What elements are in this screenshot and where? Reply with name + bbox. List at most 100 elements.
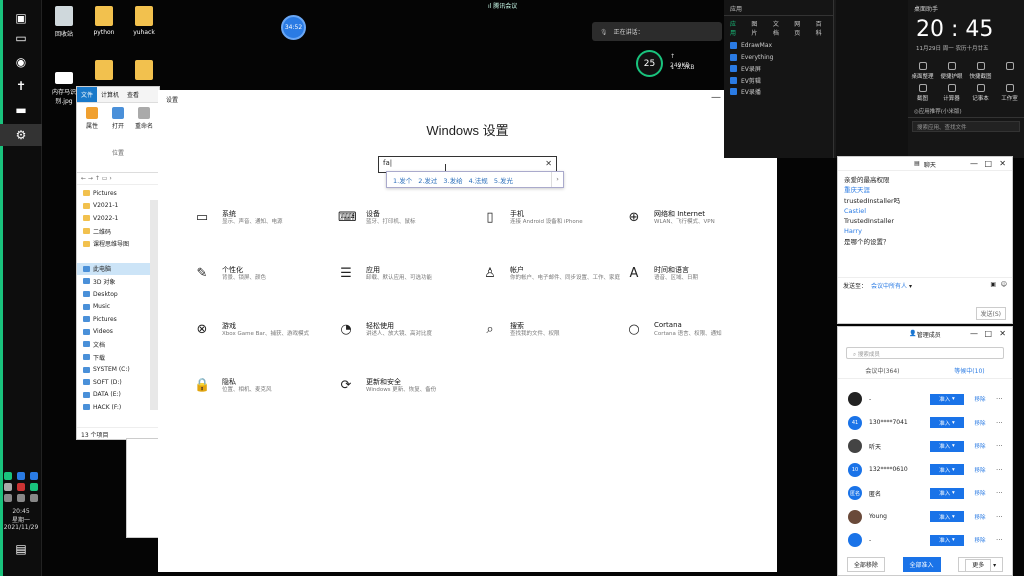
clear-search-icon[interactable]: ✕ [545,159,552,168]
ime-candidate-5[interactable]: 5.发光 [494,175,513,185]
nav-tree-item[interactable]: 此电脑 [77,262,159,276]
assistant-search-input[interactable]: 搜索应用、查找文件 [912,121,1020,132]
tray-icon-2[interactable] [16,472,25,480]
settings-category[interactable]: ⊗ 游戏 Xbox Game Bar、捕获、游戏模式 [194,320,324,354]
tray-icon-1[interactable] [4,472,13,480]
nav-tree-item[interactable]: 二维码 [83,225,159,238]
tray-icon-3[interactable] [29,472,38,480]
settings-category[interactable]: ✎ 个性化 背景、锁屏、颜色 [194,264,324,298]
admit-button[interactable]: 准入 ▾ [930,393,964,405]
more-icon[interactable]: ··· [996,419,1008,427]
remove-button[interactable]: 移除 [968,442,992,450]
nav-tree-item[interactable]: V2022-1 [83,212,159,225]
quick-action-button[interactable]: 桌面整理 [908,62,937,80]
properties-button[interactable]: 属性 [81,107,103,142]
remove-button[interactable]: 移除 [968,513,992,521]
quick-action-button[interactable]: 快捷截图 [966,62,995,80]
app-list-item[interactable]: EdrawMax [724,40,833,52]
nav-tree-item[interactable]: DATA (E:) [83,389,159,402]
member-search-input[interactable]: ⌕ 搜索成员 [846,347,1004,359]
admit-button[interactable]: 准入 ▾ [930,417,964,428]
remove-button[interactable]: 移除 [968,536,992,544]
nav-tree-item[interactable]: SOFT (D:) [83,376,159,389]
open-button[interactable]: 打开 [107,107,129,142]
meeting-app-icon[interactable]: ▬ [11,100,31,120]
settings-category[interactable]: ⌨ 设备 蓝牙、打印机、鼠标 [338,208,468,242]
nav-tree-item[interactable]: Desktop [83,288,159,301]
tab-computer[interactable]: 计算机 [97,87,123,102]
desktop-icon-python[interactable]: python [84,6,124,36]
notification-icon[interactable]: ▤ [11,539,31,559]
desktop-icon-folder[interactable] [124,60,164,83]
send-to-dropdown[interactable]: 会议中所有人 [871,283,907,290]
volume-icon[interactable] [16,494,25,502]
tab-web[interactable]: 网页 [794,19,805,37]
nav-tree-item[interactable]: 3D 对象 [83,275,159,288]
tab-waiting[interactable]: 等候中(10) [954,366,984,375]
desktop-icon-recycle-bin[interactable]: 回收站 [44,6,84,38]
nav-tree-item[interactable]: Videos [83,326,159,339]
close-icon[interactable]: ✕ [999,329,1006,338]
maximize-icon[interactable]: □ [984,329,992,338]
remove-all-button[interactable]: 全部移除 [846,557,885,572]
app-list-item[interactable]: Everything [724,52,833,64]
more-icon[interactable]: ··· [996,442,1008,450]
app-list-item[interactable]: EV录播 [724,86,833,98]
admit-button[interactable]: 准入 ▾ [930,440,964,452]
tab-file[interactable]: 文件 [77,87,98,102]
admit-button[interactable]: 准入 ▾ [930,487,964,499]
nav-tree-item[interactable]: Pictures [83,313,159,326]
quick-action-button[interactable]: 计算器 [937,84,966,102]
remove-button[interactable]: 移除 [968,395,992,403]
explorer-address-bar[interactable]: ← → ↑ ▭ › [77,173,159,185]
settings-titlebar[interactable]: 设置 [158,90,777,108]
more-icon[interactable]: ··· [996,536,1008,544]
maximize-icon[interactable]: □ [984,159,992,168]
admit-button[interactable]: 准入 ▾ [930,511,964,522]
chevron-right-icon[interactable]: › [551,172,563,187]
task-view-icon[interactable]: ▭ [11,28,31,48]
nav-tree-item[interactable]: 下载 [83,351,159,364]
ime-candidate-1[interactable]: 1.发个 [393,175,412,185]
app-list-item[interactable]: EV录屏 [724,63,833,75]
ime-icon[interactable] [29,494,38,502]
meeting-indicator[interactable]: ıl 腾讯会议 [488,1,517,10]
settings-category[interactable]: ▯ 手机 连接 Android 设备和 iPhone [482,208,612,242]
nav-tree-item[interactable]: V2021-1 [83,200,159,213]
admit-all-button[interactable]: 全部准入 [902,557,941,572]
emoji-icon[interactable]: ☺ [1001,281,1007,288]
quick-action-button[interactable]: 工作室 [995,84,1024,102]
more-icon[interactable]: ··· [996,395,1008,403]
tab-wiki[interactable]: 百科 [816,19,827,37]
more-icon[interactable]: ··· [996,466,1008,474]
app-t-icon[interactable]: ✝ [11,76,31,96]
meeting-timer[interactable]: 34:52 [281,15,306,40]
settings-category[interactable]: ⟳ 更新和安全 Windows 更新、恢复、备份 [338,376,468,410]
app-recommend[interactable]: ◎应用推荐(小米版) [908,102,1024,118]
nav-tree-item[interactable]: 文档 [83,338,159,351]
nav-tree-item[interactable]: Music [83,300,159,313]
settings-category[interactable]: A 时间和语言 语音、区域、日期 [626,264,756,298]
explorer-scrollbar[interactable] [150,200,158,410]
quick-action-button[interactable]: 便捷护眼 [937,62,966,80]
minimize-icon[interactable]: — [970,159,978,168]
more-icon[interactable]: ··· [996,489,1008,497]
quick-action-button[interactable]: 记事本 [966,84,995,102]
send-button[interactable]: 发送(S) [975,307,1006,320]
desktop-icon-yuhack[interactable]: yuhack [124,6,164,36]
network-icon[interactable] [4,494,13,502]
remove-button[interactable]: 移除 [968,489,992,497]
settings-category[interactable]: ☰ 应用 卸载、默认应用、可选功能 [338,264,468,298]
tab-view[interactable]: 查看 [123,87,143,102]
ime-candidate-3[interactable]: 3.发给 [443,175,462,185]
settings-category[interactable]: ▭ 系统 显示、声音、通知、电源 [194,208,324,242]
ime-candidate-4[interactable]: 4.法规 [469,175,488,185]
background-window[interactable] [126,438,160,538]
remove-button[interactable]: 移除 [968,466,992,474]
admit-button[interactable]: 准入 ▾ [930,534,964,546]
tray-icon-5[interactable] [16,483,25,491]
start-icon[interactable]: ▣ [11,8,31,28]
rename-button[interactable]: 重命名 [133,107,155,142]
more-icon[interactable]: ··· [996,513,1008,521]
tab-in-meeting[interactable]: 会议中(364) [865,366,899,375]
